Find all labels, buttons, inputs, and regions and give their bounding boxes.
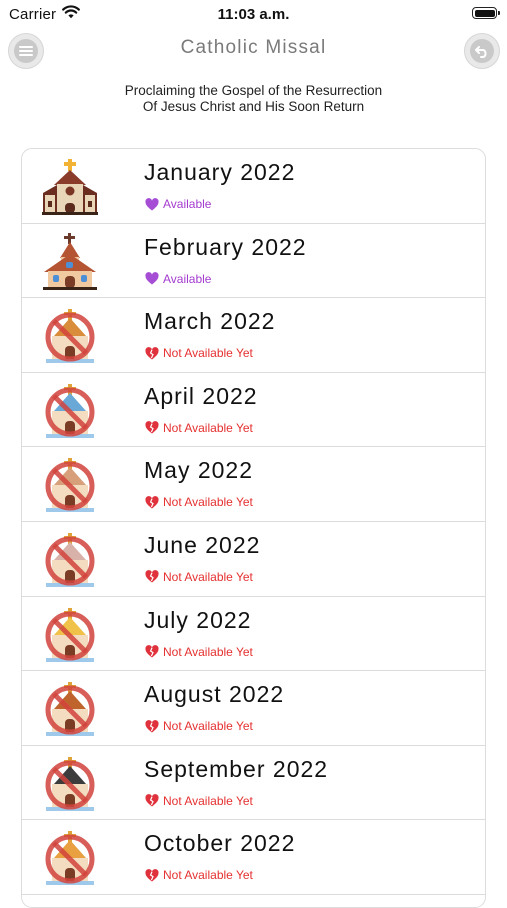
month-row[interactable]: May 2022 Not Available Yet <box>22 447 485 522</box>
availability-text: Available <box>163 197 212 211</box>
availability-status: Not Available Yet <box>145 868 253 882</box>
month-label: August 2022 <box>144 681 285 708</box>
month-label: June 2022 <box>144 531 261 558</box>
availability-text: Not Available Yet <box>163 719 253 734</box>
broken-heart-icon <box>145 719 163 733</box>
broken-heart-icon <box>145 346 163 360</box>
purple-heart-icon <box>145 272 163 285</box>
month-row[interactable]: January 2022 Available <box>22 149 485 224</box>
church-icon <box>40 157 100 217</box>
page-title: Catholic Missal <box>180 37 327 58</box>
church-crossed-out-icon <box>40 828 100 888</box>
broken-heart-icon <box>145 645 163 658</box>
church-crossed-out-icon <box>40 679 100 739</box>
month-label: July 2022 <box>144 606 252 633</box>
church-crossed-out-icon <box>40 381 100 441</box>
broken-heart-icon <box>145 794 163 807</box>
month-label: February 2022 <box>144 233 307 260</box>
availability-status: Not Available Yet <box>145 794 253 808</box>
broken-heart-icon <box>145 868 163 882</box>
church-crossed-out-icon <box>40 530 100 590</box>
status-bar: Carrier 11:03 a.m. <box>0 0 507 28</box>
availability-status: Not Available Yet <box>145 645 253 659</box>
availability-text: Not Available Yet <box>163 420 253 435</box>
month-label: April 2022 <box>144 382 258 409</box>
month-row[interactable]: October 2022 Not Available Yet <box>22 820 485 895</box>
purple-heart-icon <box>145 197 163 211</box>
availability-text: Available <box>163 271 212 286</box>
availability-status: Available <box>145 272 211 286</box>
availability-status: Available <box>145 197 211 211</box>
clock: 11:03 a.m. <box>217 6 290 23</box>
tagline: Proclaiming the Gospel of the Resurrecti… <box>0 83 507 115</box>
availability-status: Not Available Yet <box>145 421 253 435</box>
month-row[interactable]: June 2022 Not Available Yet <box>22 522 485 597</box>
month-list: January 2022 Available February 2022 Ava… <box>21 148 486 908</box>
back-button[interactable] <box>464 33 500 69</box>
month-label: October 2022 <box>144 830 296 857</box>
availability-text: Not Available Yet <box>163 644 253 659</box>
month-label: January 2022 <box>144 159 296 185</box>
month-row[interactable]: August 2022 Not Available Yet <box>22 671 485 746</box>
availability-text: Not Available Yet <box>163 793 253 808</box>
month-row[interactable]: March 2022 Not Available Yet <box>22 298 485 373</box>
availability-status: Not Available Yet <box>145 346 253 360</box>
broken-heart-icon <box>145 421 163 434</box>
availability-status: Not Available Yet <box>145 495 253 509</box>
broken-heart-icon <box>145 570 163 583</box>
month-row[interactable]: September 2022 Not Available Yet <box>22 746 485 821</box>
availability-text: Not Available Yet <box>163 569 253 584</box>
church-crossed-out-icon <box>40 455 100 515</box>
availability-text: Not Available Yet <box>163 868 253 883</box>
availability-text: Not Available Yet <box>163 495 253 510</box>
back-arrow-icon <box>470 39 494 63</box>
church-crossed-out-icon <box>40 605 100 665</box>
month-row[interactable]: July 2022 Not Available Yet <box>22 597 485 672</box>
availability-text: Not Available Yet <box>163 346 253 361</box>
tagline-line-1: Proclaiming the Gospel of the Resurrecti… <box>124 83 383 98</box>
broken-heart-icon <box>145 495 163 509</box>
chapel-icon <box>40 232 100 292</box>
tagline-line-2: Of Jesus Christ and His Soon Return <box>142 99 365 114</box>
availability-status: Not Available Yet <box>145 570 253 584</box>
church-crossed-out-icon <box>40 754 100 814</box>
battery-icon <box>472 7 500 19</box>
availability-status: Not Available Yet <box>145 719 253 733</box>
month-label: May 2022 <box>144 457 254 484</box>
month-row[interactable]: April 2022 Not Available Yet <box>22 373 485 448</box>
month-row[interactable]: February 2022 Available <box>22 224 485 299</box>
month-label: March 2022 <box>144 308 276 335</box>
church-crossed-out-icon <box>40 306 100 366</box>
month-label: September 2022 <box>144 755 329 782</box>
